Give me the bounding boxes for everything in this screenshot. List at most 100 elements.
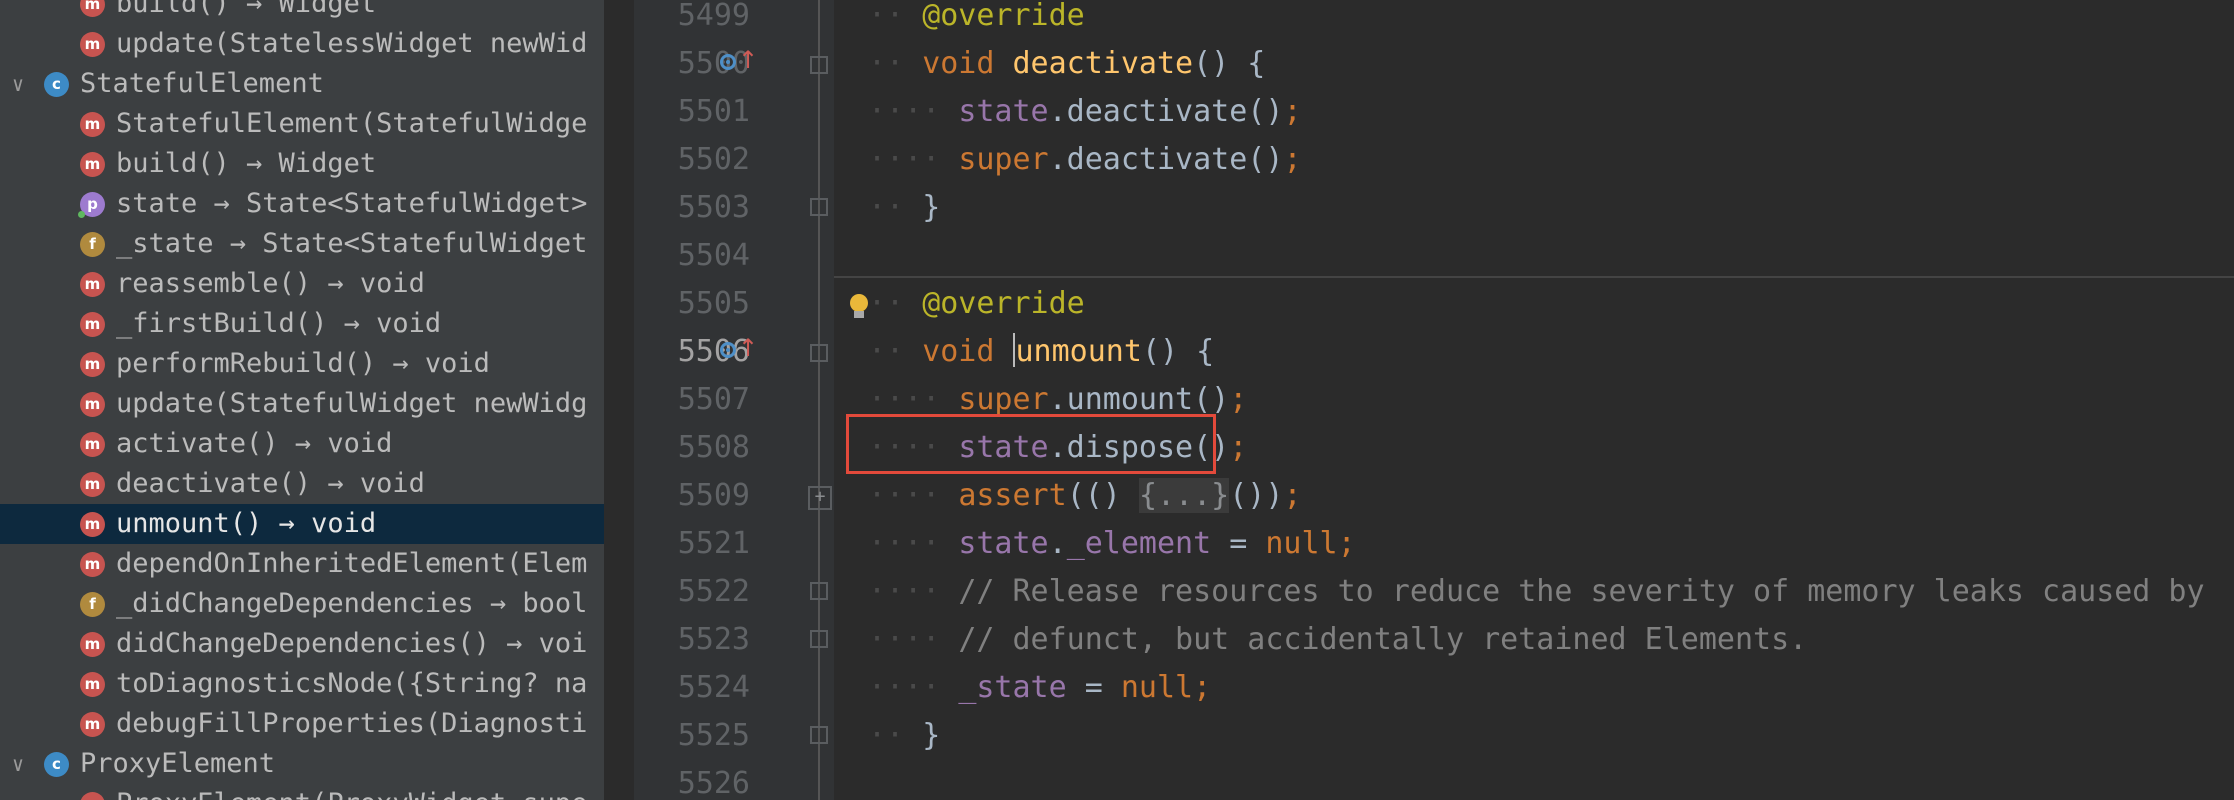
- structure-member-item[interactable]: m debugFillProperties(Diagnosti: [0, 704, 604, 744]
- fold-end-icon[interactable]: [808, 724, 830, 746]
- line-number: 5504: [677, 238, 750, 273]
- fold-end-icon[interactable]: [808, 196, 830, 218]
- structure-member-item[interactable]: m unmount() → void: [0, 504, 604, 544]
- whitespace-marker: ··: [868, 46, 923, 81]
- structure-item-label: ProxyElement(ProxyWidget supe: [116, 784, 587, 800]
- code-line[interactable]: ···· // Release resources to reduce the …: [868, 568, 2205, 616]
- fold-collapse-icon[interactable]: [808, 54, 830, 76]
- code-line[interactable]: ···· state.deactivate();: [868, 88, 1302, 136]
- structure-item-label: ProxyElement: [80, 748, 276, 779]
- structure-item-label: _firstBuild() → void: [116, 308, 442, 339]
- structure-member-item[interactable]: m build() → Widget: [0, 0, 604, 24]
- code-line[interactable]: ···· // defunct, but accidentally retain…: [868, 616, 1807, 664]
- code-token: state: [958, 94, 1049, 129]
- code-token: ;: [1229, 430, 1248, 465]
- code-token: ;: [1283, 478, 1302, 513]
- structure-member-item[interactable]: m activate() → void: [0, 424, 604, 464]
- structure-member-item[interactable]: m build() → Widget: [0, 144, 604, 184]
- structure-member-item[interactable]: f _didChangeDependencies → bool: [0, 584, 604, 624]
- code-token: deactivate: [1012, 46, 1194, 81]
- code-line[interactable]: ·· void unmount() {: [868, 328, 1214, 376]
- line-number: 5523: [677, 622, 750, 657]
- overrides-method-icon[interactable]: ↑: [720, 336, 758, 370]
- structure-member-item[interactable]: m reassemble() → void: [0, 264, 604, 304]
- method-icon: m: [80, 312, 105, 337]
- structure-item-label: StatefulElement(StatefulWidge: [116, 108, 588, 139]
- folded-region[interactable]: {...}: [1138, 478, 1230, 513]
- structure-item-label: debugFillProperties(Diagnosti: [116, 708, 588, 739]
- structure-item-label: update(StatelessWidget newWid: [116, 28, 588, 59]
- structure-class-item[interactable]: ∨ c ProxyElement: [0, 744, 604, 784]
- code-line[interactable]: ·· @override: [868, 280, 1085, 328]
- structure-item-label: dependOnInheritedElement(Elem: [116, 548, 588, 579]
- code-token: null;: [1265, 526, 1356, 561]
- structure-member-item[interactable]: f _state → State<StatefulWidget: [0, 224, 604, 264]
- code-line[interactable]: ···· _state = null;: [868, 664, 1211, 712]
- structure-class-item[interactable]: ∨ c StatefulElement: [0, 64, 604, 104]
- structure-member-item[interactable]: m deactivate() → void: [0, 464, 604, 504]
- code-line[interactable]: ···· super.deactivate();: [868, 136, 1302, 184]
- method-icon: m: [80, 392, 105, 417]
- code-token: super: [958, 382, 1049, 417]
- code-token: @override: [922, 286, 1085, 321]
- code-line[interactable]: ·· @override: [868, 0, 1085, 40]
- line-number: 5525: [677, 718, 750, 753]
- whitespace-marker: ····: [868, 382, 959, 417]
- whitespace-marker: ··: [868, 286, 923, 321]
- fold-end-icon[interactable]: [808, 628, 830, 650]
- code-token: }: [922, 190, 941, 225]
- structure-member-item[interactable]: m ProxyElement(ProxyWidget supe: [0, 784, 604, 800]
- fold-expand-icon[interactable]: [808, 486, 832, 510]
- code-token: ()): [1229, 478, 1284, 513]
- structure-member-item[interactable]: m update(StatelessWidget newWid: [0, 24, 604, 64]
- structure-member-item[interactable]: m StatefulElement(StatefulWidge: [0, 104, 604, 144]
- code-line[interactable]: ·· }: [868, 712, 940, 760]
- whitespace-marker: ····: [868, 526, 959, 561]
- line-number: 5508: [677, 430, 750, 465]
- code-line[interactable]: ···· state._element = null;: [868, 520, 1356, 568]
- structure-member-item[interactable]: m toDiagnosticsNode({String? na: [0, 664, 604, 704]
- ide-window: m build() → Widget m update(StatelessWidget…: [0, 0, 2234, 800]
- structure-member-item[interactable]: m dependOnInheritedElement(Elem: [0, 544, 604, 584]
- code-token: _element: [1066, 526, 1212, 561]
- fold-collapse-icon[interactable]: [808, 342, 830, 364]
- structure-item-label: update(StatefulWidget newWidg: [116, 388, 588, 419]
- text-caret: [1012, 333, 1015, 367]
- code-token: .deactivate(): [1048, 142, 1284, 177]
- code-line[interactable]: ···· assert(() {...}());: [868, 472, 1302, 520]
- method-icon: m: [80, 712, 105, 737]
- code-token: void: [922, 334, 1013, 369]
- structure-member-item[interactable]: m didChangeDependencies() → voi: [0, 624, 604, 664]
- line-number: 5521: [677, 526, 750, 561]
- method-icon: m: [80, 112, 105, 137]
- lightbulb-icon[interactable]: [848, 294, 870, 322]
- code-token: _state: [958, 670, 1067, 705]
- whitespace-marker: ····: [868, 478, 959, 513]
- whitespace-marker: ··: [868, 0, 923, 33]
- structure-item-label: state → State<StatefulWidget>: [116, 188, 588, 219]
- code-token: assert: [958, 478, 1067, 513]
- code-token: // defunct, but accidentally retained El…: [958, 622, 1808, 657]
- line-number: 5501: [677, 94, 750, 129]
- structure-member-item[interactable]: m update(StatefulWidget newWidg: [0, 384, 604, 424]
- code-token: () {: [1141, 334, 1215, 369]
- structure-panel: m build() → Widget m update(StatelessWidget…: [0, 0, 604, 800]
- fold-collapse-icon[interactable]: [808, 580, 830, 602]
- whitespace-marker: ··: [868, 718, 923, 753]
- code-line[interactable]: ·· void deactivate() {: [868, 40, 1265, 88]
- chevron-down-icon[interactable]: ∨: [6, 744, 30, 784]
- line-number: 5502: [677, 142, 750, 177]
- overrides-method-icon[interactable]: ↑: [720, 48, 758, 82]
- class-icon: c: [44, 72, 69, 97]
- structure-member-item[interactable]: m performRebuild() → void: [0, 344, 604, 384]
- chevron-down-icon[interactable]: ∨: [6, 64, 30, 104]
- code-line[interactable]: ·· }: [868, 184, 940, 232]
- structure-member-item[interactable]: m _firstBuild() → void: [0, 304, 604, 344]
- structure-item-label: build() → Widget: [116, 0, 377, 19]
- line-number: 5499: [677, 0, 750, 33]
- method-icon: m: [80, 352, 105, 377]
- structure-member-item[interactable]: p state → State<StatefulWidget>: [0, 184, 604, 224]
- line-number: 5503: [677, 190, 750, 225]
- code-token: ((): [1066, 478, 1139, 513]
- code-token: super: [958, 142, 1049, 177]
